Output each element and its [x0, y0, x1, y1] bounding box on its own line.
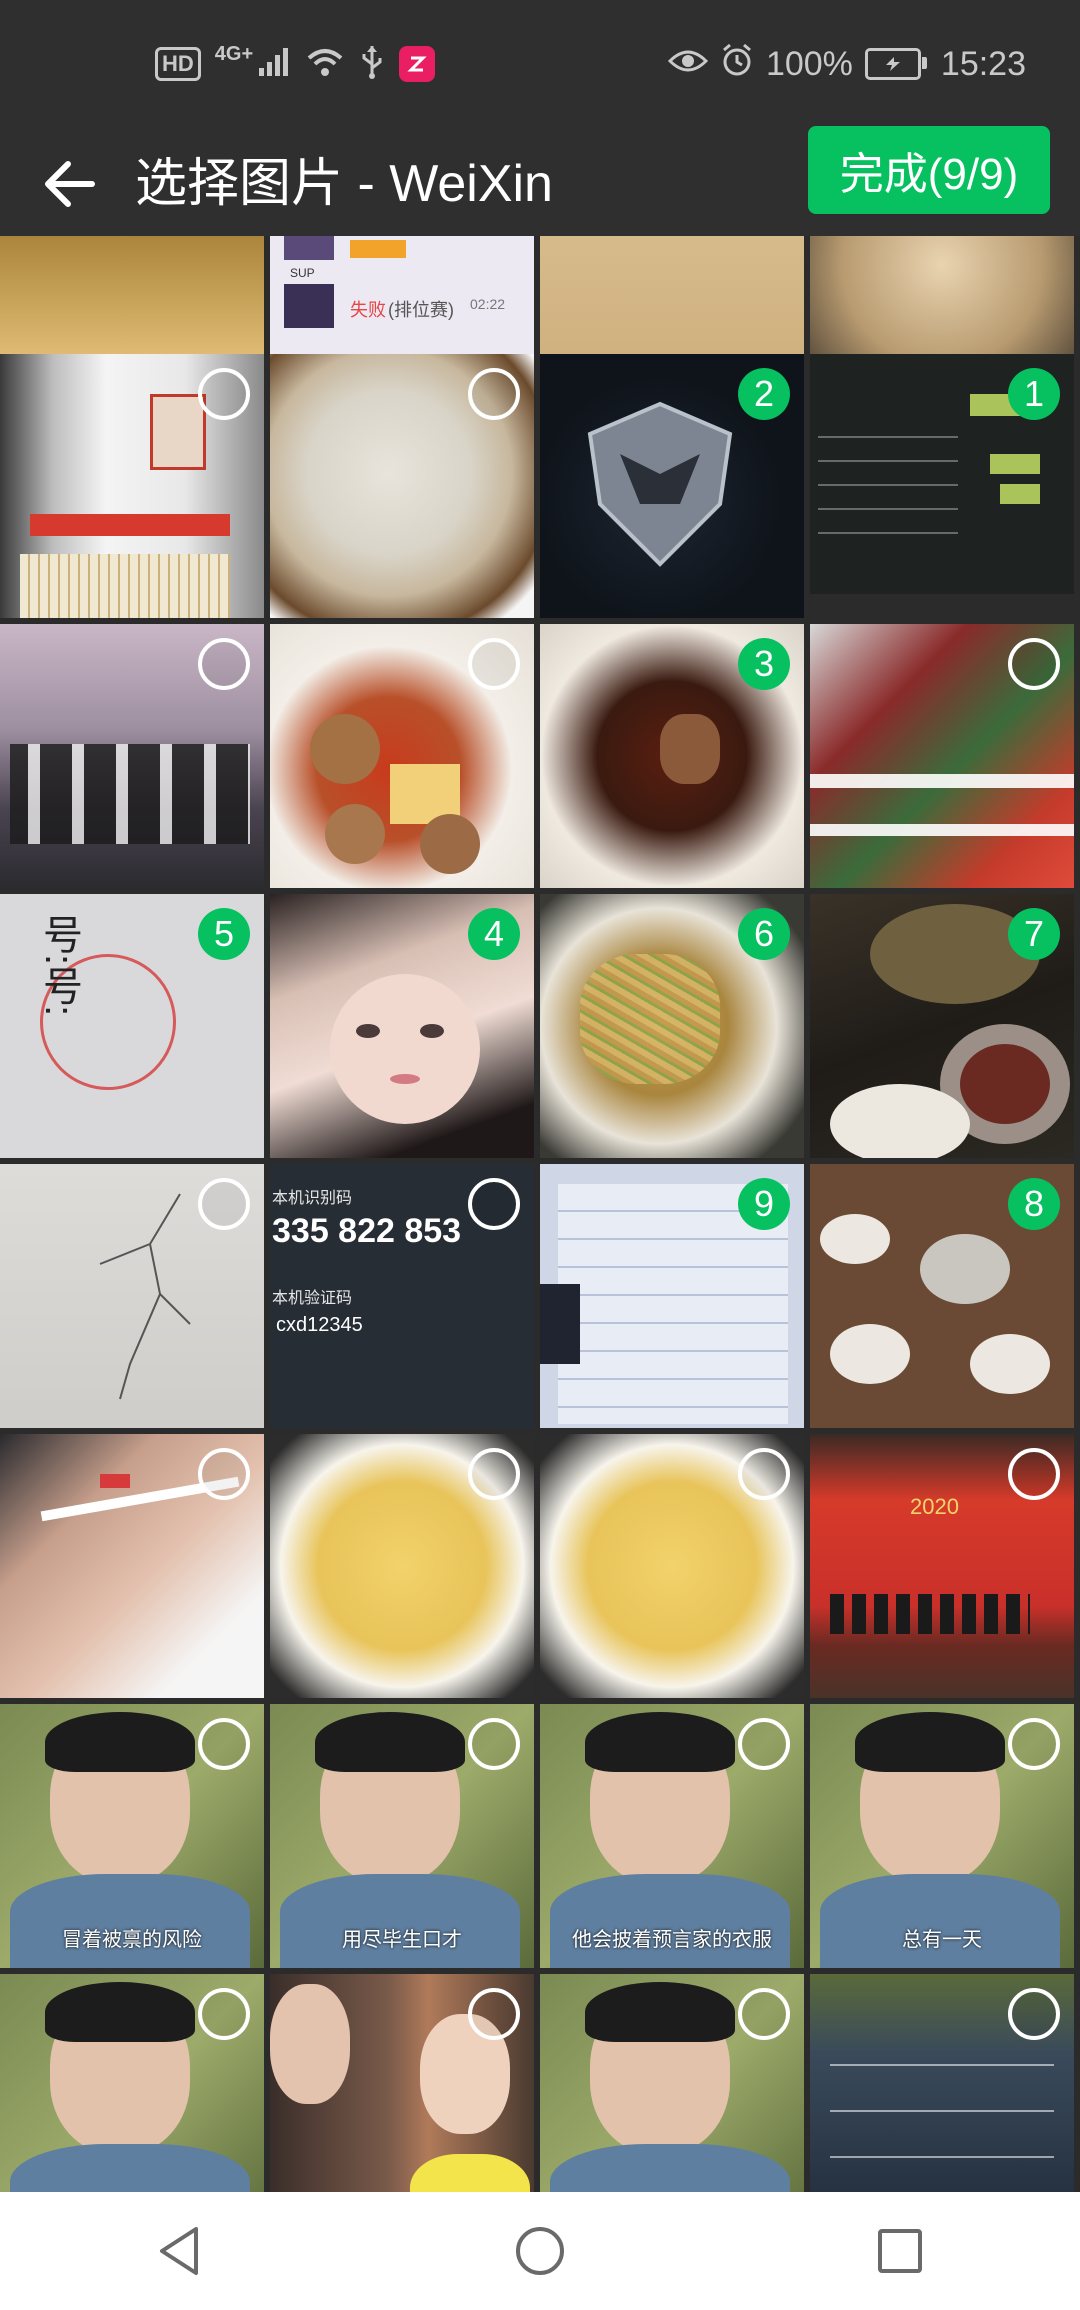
selection-order-badge[interactable]: 4: [468, 908, 520, 960]
selection-order-badge[interactable]: 3: [738, 638, 790, 690]
game-label-fail: 失败: [350, 300, 386, 320]
photo-thumbnail[interactable]: 9: [540, 1164, 804, 1428]
photo-thumbnail[interactable]: 冒着被禀的风险: [0, 1704, 264, 1968]
nav-back-button[interactable]: [135, 2206, 225, 2296]
photo-thumbnail[interactable]: [0, 1434, 264, 1698]
photo-thumbnail[interactable]: [270, 1434, 534, 1698]
photo-thumbnail[interactable]: 1: [810, 354, 1074, 618]
select-circle-checkbox[interactable]: [198, 368, 250, 420]
photo-thumbnail[interactable]: 2020: [810, 1434, 1074, 1698]
selection-order-badge[interactable]: 2: [738, 368, 790, 420]
photo-thumbnail[interactable]: 他会披着预言家的衣服: [540, 1704, 804, 1968]
photo-thumbnail[interactable]: [0, 624, 264, 888]
remote-id-label: 本机识别码: [272, 1190, 353, 1207]
selection-order-badge[interactable]: 1: [1008, 368, 1060, 420]
video-subtitle: 用尽毕生口才: [342, 1929, 462, 1951]
selection-order-badge[interactable]: 9: [738, 1178, 790, 1230]
select-circle-checkbox[interactable]: [738, 1448, 790, 1500]
photo-thumbnail[interactable]: [540, 1434, 804, 1698]
photo-thumbnail[interactable]: 总有一天: [810, 1704, 1074, 1968]
select-circle-checkbox[interactable]: [1008, 1718, 1060, 1770]
select-circle-checkbox[interactable]: [468, 1988, 520, 2040]
photo-thumbnail[interactable]: 本机识别码 335 822 853 本机验证码 cxd12345: [270, 1164, 534, 1428]
select-circle-checkbox[interactable]: [738, 1718, 790, 1770]
game-label-time: 02:22: [470, 296, 506, 312]
nav-home-button[interactable]: [495, 2206, 585, 2296]
select-circle-checkbox[interactable]: [468, 368, 520, 420]
verify-code-label: 本机验证码: [272, 1290, 353, 1307]
selection-order-badge[interactable]: 8: [1008, 1178, 1060, 1230]
photo-thumbnail[interactable]: [270, 354, 534, 618]
wifi-icon: [305, 46, 345, 83]
battery-charging-icon: [864, 48, 927, 80]
photo-grid: ▣ 中国工业集团 SUP 失败 (排位赛) 02:22 2 1: [0, 236, 1080, 2196]
remote-id-value: 335 822 853: [272, 1212, 462, 1250]
network-type: 4G+: [214, 42, 254, 65]
battery-percent: 100%: [765, 44, 853, 83]
photo-thumbnail[interactable]: [0, 1974, 264, 2196]
photo-thumbnail[interactable]: [0, 1164, 264, 1428]
photo-thumbnail[interactable]: [270, 624, 534, 888]
select-circle-checkbox[interactable]: [468, 1178, 520, 1230]
select-circle-checkbox[interactable]: [198, 1988, 250, 2040]
recents-square-icon: [878, 2229, 922, 2273]
photo-thumbnail[interactable]: 7: [810, 894, 1074, 1158]
select-circle-checkbox[interactable]: [198, 1718, 250, 1770]
back-button[interactable]: [30, 144, 110, 224]
select-circle-checkbox[interactable]: [198, 1448, 250, 1500]
app-notification-icon: [399, 46, 436, 82]
video-subtitle: 总有一天: [902, 1929, 982, 1951]
photo-thumbnail[interactable]: [0, 354, 264, 618]
select-circle-checkbox[interactable]: [468, 638, 520, 690]
nav-recents-button[interactable]: [855, 2206, 945, 2296]
photo-thumbnail[interactable]: 4: [270, 894, 534, 1158]
usb-icon: [359, 44, 385, 85]
done-button[interactable]: 完成(9/9): [808, 126, 1050, 214]
select-circle-checkbox[interactable]: [468, 1448, 520, 1500]
select-circle-checkbox[interactable]: [198, 638, 250, 690]
select-circle-checkbox[interactable]: [468, 1718, 520, 1770]
selection-order-badge[interactable]: 6: [738, 908, 790, 960]
photo-thumbnail[interactable]: [810, 624, 1074, 888]
hd-badge: HD: [155, 47, 201, 81]
back-triangle-icon: [160, 2227, 198, 2275]
arrow-left-icon: [45, 161, 95, 207]
status-bar: HD 4G+ 100% 15:23: [0, 0, 1080, 126]
photo-thumbnail[interactable]: 2: [540, 354, 804, 618]
title-bar: 选择图片 - WeiXin 完成(9/9): [0, 126, 1080, 242]
photo-thumbnail[interactable]: 6: [540, 894, 804, 1158]
page-title: 选择图片 - WeiXin: [135, 155, 553, 213]
game-label-rank: (排位赛): [388, 300, 454, 320]
photo-thumbnail[interactable]: 用尽毕生口才: [270, 1704, 534, 1968]
photo-thumbnail[interactable]: [540, 1974, 804, 2196]
selection-order-badge[interactable]: 7: [1008, 908, 1060, 960]
home-circle-icon: [516, 2227, 564, 2275]
photo-thumbnail[interactable]: [810, 1974, 1074, 2196]
photo-thumbnail[interactable]: 3: [540, 624, 804, 888]
photo-thumbnail[interactable]: 号:号: 5: [0, 894, 264, 1158]
system-navigation-bar: [0, 2192, 1080, 2310]
photo-thumbnail[interactable]: [270, 1974, 534, 2196]
select-circle-checkbox[interactable]: [738, 1988, 790, 2040]
select-circle-checkbox[interactable]: [1008, 1988, 1060, 2040]
signal-icon: [257, 46, 291, 83]
clock-time: 15:23: [940, 44, 1026, 83]
select-circle-checkbox[interactable]: [198, 1178, 250, 1230]
status-left: HD 4G+: [155, 40, 436, 88]
game-label-sup: SUP: [290, 266, 315, 280]
eye-icon: [667, 45, 709, 84]
video-subtitle: 他会披着预言家的衣服: [572, 1929, 772, 1951]
photo-thumbnail[interactable]: 8: [810, 1164, 1074, 1428]
select-circle-checkbox[interactable]: [1008, 1448, 1060, 1500]
select-circle-checkbox[interactable]: [1008, 638, 1060, 690]
verify-code-value: cxd12345: [276, 1314, 363, 1336]
video-subtitle: 冒着被禀的风险: [62, 1929, 202, 1951]
alarm-icon: [720, 43, 754, 86]
selection-order-badge[interactable]: 5: [198, 908, 250, 960]
status-right: 100% 15:23: [667, 40, 1026, 88]
